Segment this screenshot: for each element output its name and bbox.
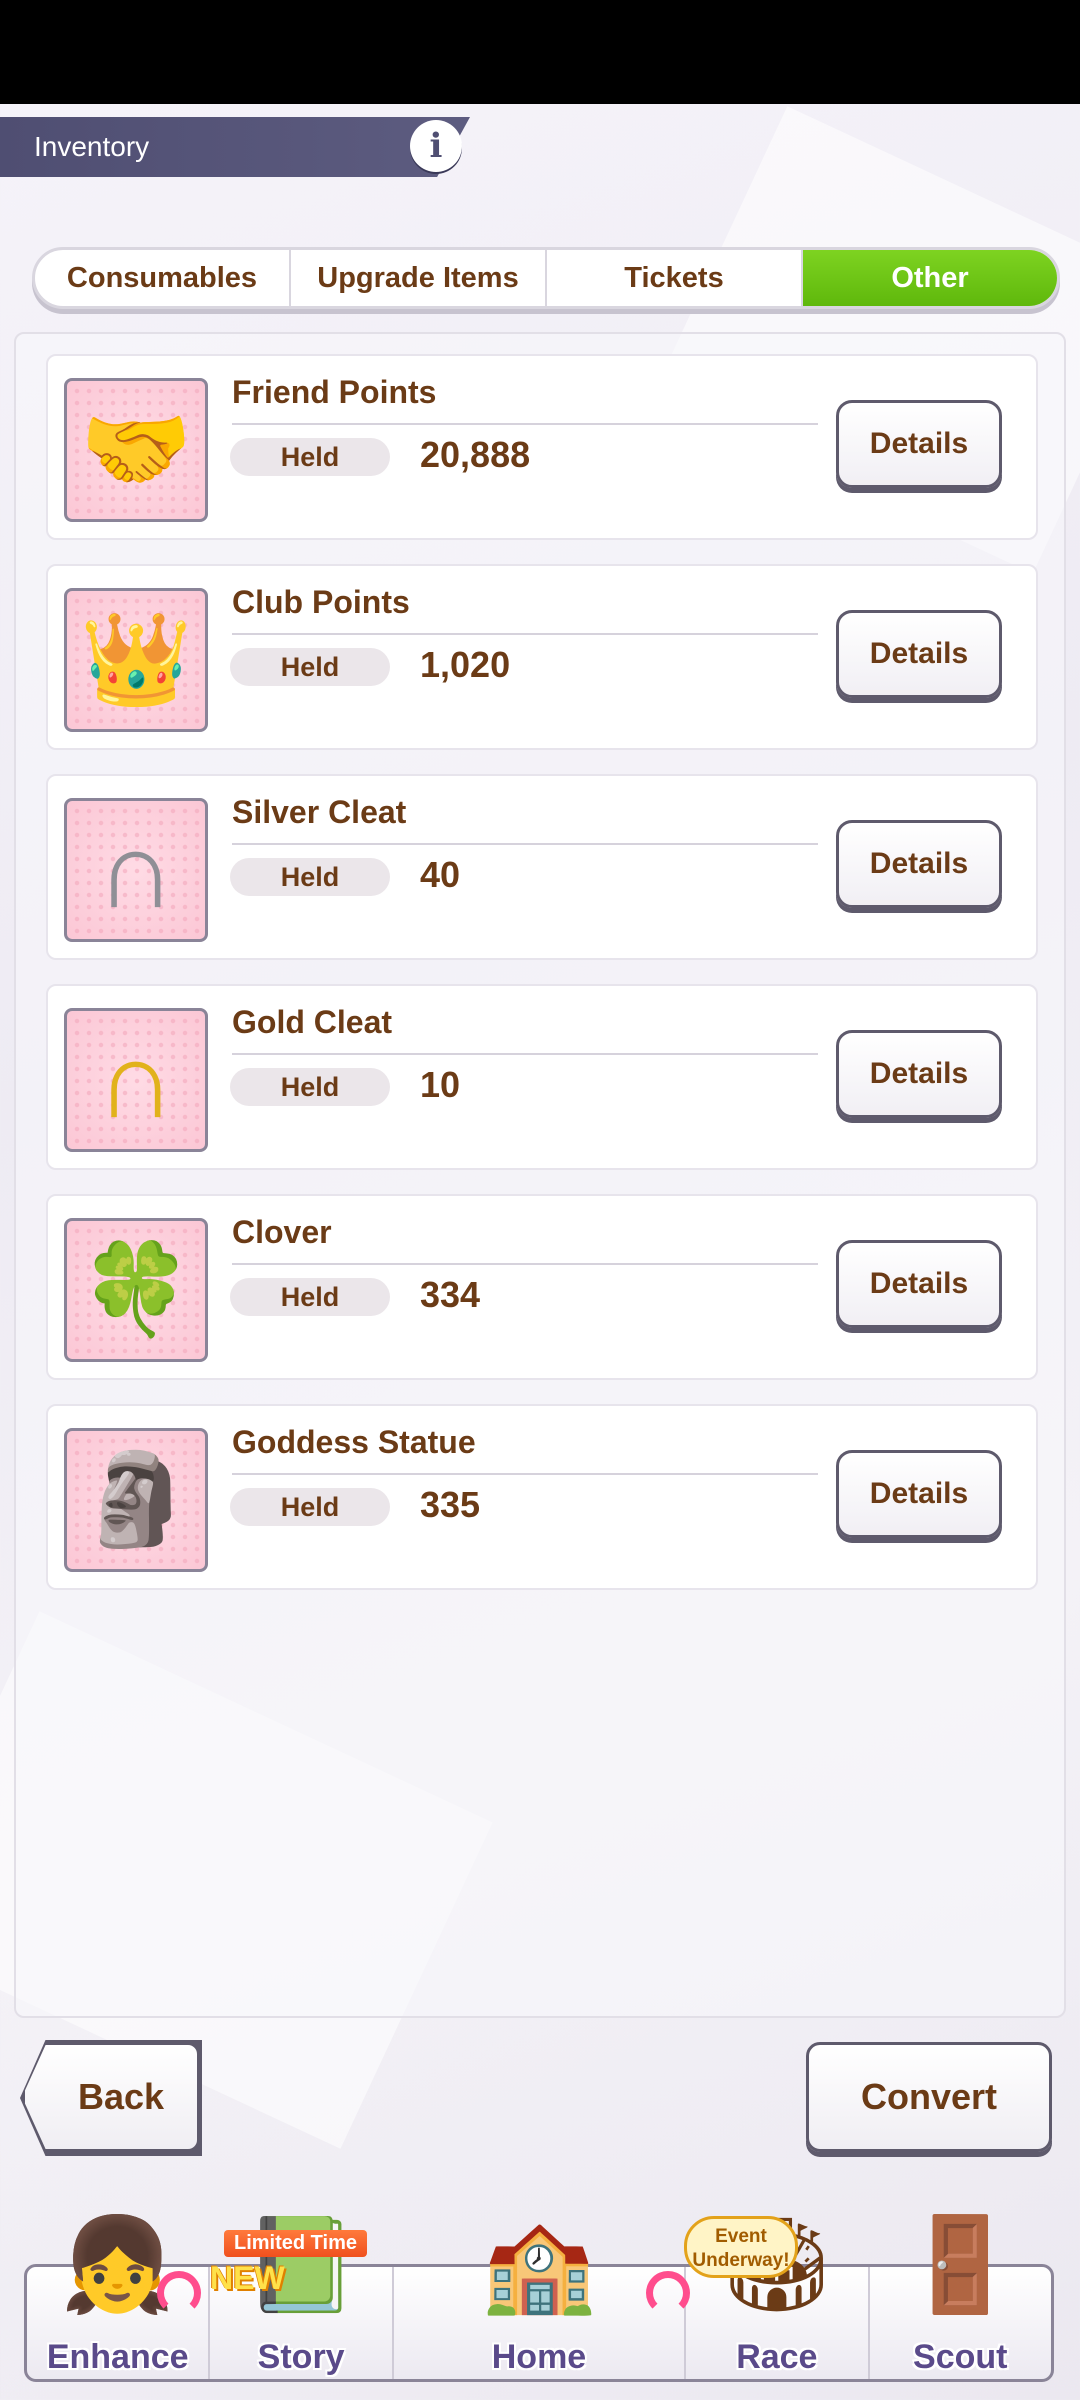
details-button[interactable]: Details [836,1030,1002,1118]
list-item: ∩ Silver Cleat Held 40 Details [46,774,1038,960]
horseshoe-badge-icon [645,2271,690,2315]
held-value: 20,888 [420,434,531,475]
divider [232,1053,818,1055]
held-value: 10 [420,1064,461,1105]
nav-enhance[interactable]: 👧 Enhance [27,2219,211,2379]
held-badge: Held [230,648,390,686]
crown-icon: 👑 [64,588,208,732]
statue-icon: 🗿 [64,1428,208,1572]
nav-home[interactable]: 🏫 Home [394,2219,690,2379]
details-button[interactable]: Details [836,1240,1002,1328]
held-badge: Held [230,1488,390,1526]
list-item: 🗿 Goddess Statue Held 335 Details [46,1404,1038,1590]
item-name: Clover [232,1214,332,1250]
item-name: Friend Points [232,374,437,410]
held-value: 40 [420,854,461,895]
gold-horseshoe-icon: ∩ [64,1008,208,1152]
convert-button[interactable]: Convert [806,2042,1052,2152]
details-button[interactable]: Details [836,400,1002,488]
clover-icon: 🍀 [64,1218,208,1362]
limited-time-badge: Limited Time [224,2230,367,2257]
details-button[interactable]: Details [836,820,1002,908]
nav-scout[interactable]: 🚪 Scout [870,2219,1051,2379]
list-item: 👑 Club Points Held 1,020 Details [46,564,1038,750]
item-name: Gold Cleat [232,1004,393,1040]
back-button[interactable]: Back [22,2042,200,2152]
list-item: 🤝 Friend Points Held 20,888 Details [46,354,1038,540]
divider [232,633,818,635]
held-value: 1,020 [420,644,511,685]
info-icon[interactable]: i [410,120,462,172]
item-name: Goddess Statue [232,1424,476,1460]
details-button[interactable]: Details [836,1450,1002,1538]
divider [232,1263,818,1265]
nav-race[interactable]: 🏟 Race [686,2219,870,2379]
tab-upgrade-items[interactable]: Upgrade Items [291,250,547,306]
details-button[interactable]: Details [836,610,1002,698]
building-icon: 🏫 [481,2214,597,2316]
held-badge: Held [230,438,390,476]
list-item: ∩ Gold Cleat Held 10 Details [46,984,1038,1170]
event-underway-badge: Event Underway! [684,2216,798,2278]
held-badge: Held [230,1068,390,1106]
nav-label: Story [257,2338,345,2376]
held-value: 335 [420,1484,481,1525]
item-name: Club Points [232,584,410,620]
nav-label: Race [736,2338,818,2376]
tab-consumables[interactable]: Consumables [35,250,291,306]
handshake-icon: 🤝 [64,378,208,522]
horseshoe-badge-icon [157,2271,201,2315]
divider [232,843,818,845]
new-badge: NEW [210,2260,285,2296]
door-icon: 🚪 [902,2214,1018,2316]
held-badge: Held [230,858,390,896]
category-tabs: Consumables Upgrade Items Tickets Other [32,247,1060,309]
held-badge: Held [230,1278,390,1316]
nav-label: Enhance [46,2338,189,2376]
item-name: Silver Cleat [232,794,407,830]
divider [232,1473,818,1475]
nav-label: Scout [913,2338,1008,2376]
bottom-navigation: 👧 Enhance 📗 Story 🏫 Home 🏟 Race 🚪 Scout [24,2219,1054,2382]
tab-other[interactable]: Other [803,250,1057,306]
silver-horseshoe-icon: ∩ [64,798,208,942]
list-item: 🍀 Clover Held 334 Details [46,1194,1038,1380]
nav-label: Home [491,2338,587,2376]
status-bar [0,0,1080,104]
tab-tickets[interactable]: Tickets [547,250,803,306]
held-value: 334 [420,1274,481,1315]
page-title: Inventory [34,131,150,162]
divider [232,423,818,425]
